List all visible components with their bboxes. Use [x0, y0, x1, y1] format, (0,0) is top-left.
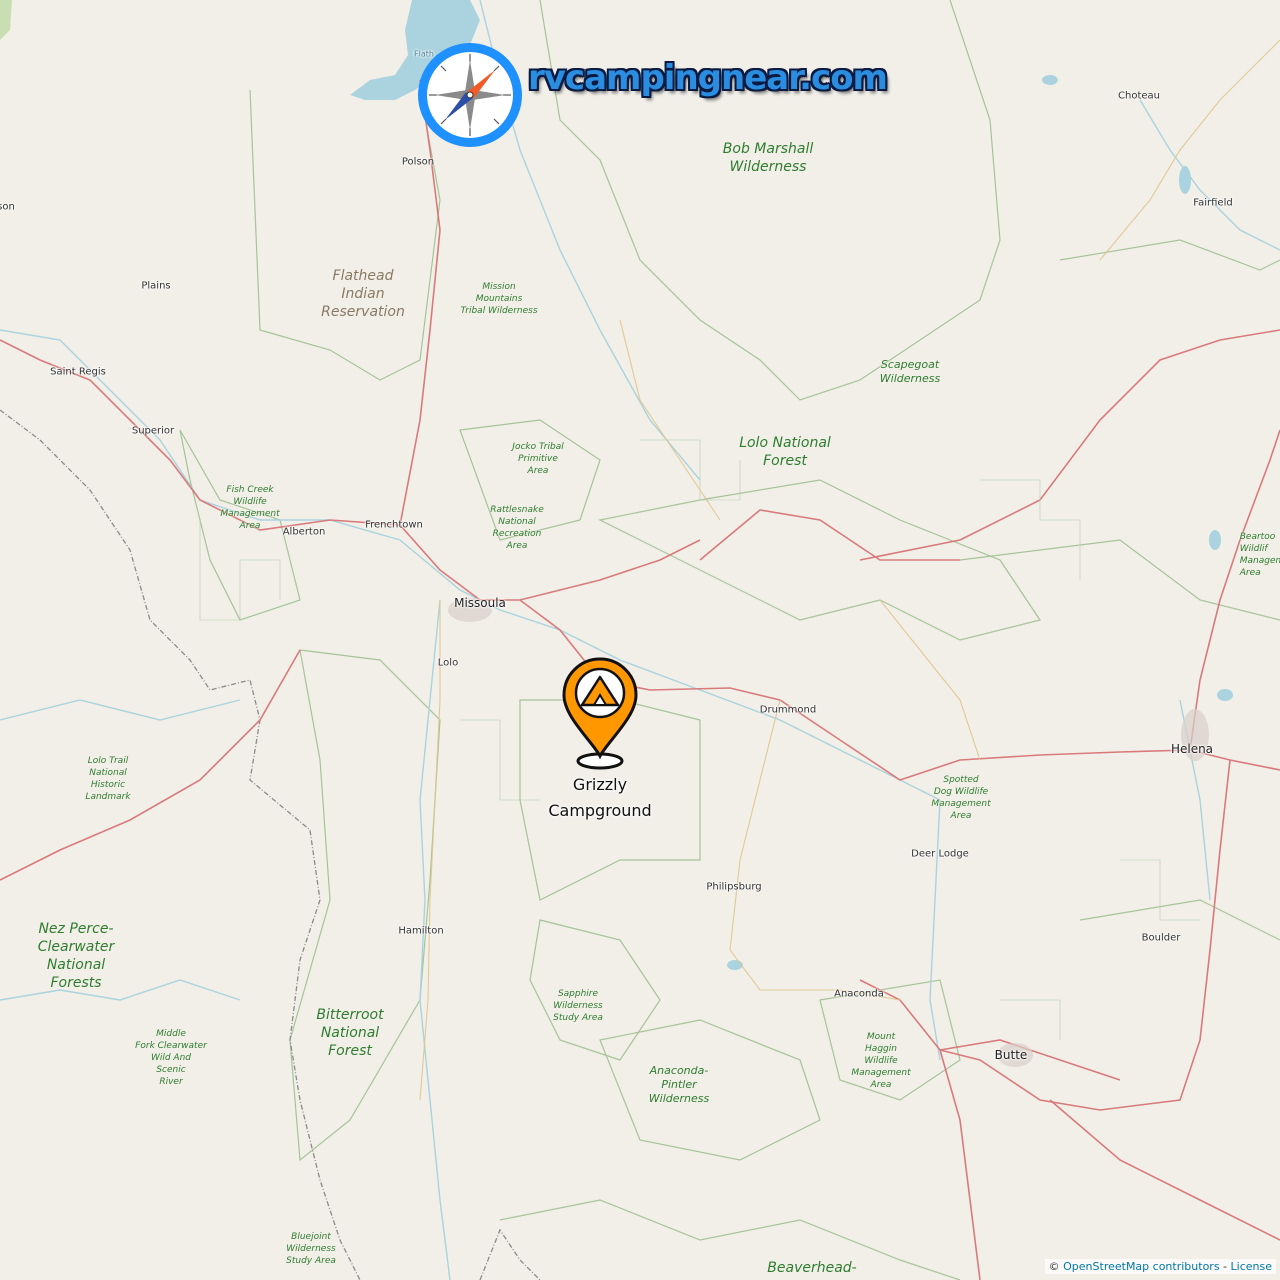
- area-sapphire: Sapphire Wilderness Study Area: [553, 989, 603, 1023]
- place-superior: Superior: [131, 425, 175, 437]
- area-lolo-nf: Lolo National Forest: [739, 435, 831, 469]
- place-deer-lodge: Deer Lodge: [911, 848, 969, 860]
- map-attribution: © OpenStreetMap contributors - License: [1044, 1259, 1276, 1274]
- area-middle-fork: Middle Fork Clearwater Wild And Scenic R…: [135, 1029, 207, 1087]
- place-anaconda: Anaconda: [834, 988, 884, 1000]
- place-philipsburg: Philipsburg: [706, 881, 762, 893]
- campground-name-line2: Campground: [548, 801, 652, 820]
- place-saint-regis: Saint Regis: [50, 366, 106, 378]
- brand-logo-text[interactable]: rvcampingnear.com: [528, 58, 888, 98]
- area-mission-mountains: Mission Mountains Tribal Wilderness: [460, 282, 538, 316]
- place-lolo: Lolo: [437, 657, 459, 669]
- license-link[interactable]: License: [1231, 1260, 1272, 1273]
- place-plains: Plains: [141, 280, 171, 292]
- place-helena: Helena: [1170, 742, 1214, 756]
- area-lolo-trail: Lolo Trail National Historic Landmark: [85, 756, 131, 802]
- place-boulder: Boulder: [1141, 932, 1181, 944]
- map-canvas[interactable]: [0, 0, 1280, 1280]
- area-flathead-reservation: Flathead Indian Reservation: [321, 268, 405, 320]
- area-bitterroot: Bitterroot National Forest: [316, 1007, 384, 1059]
- place-fairfield: Fairfield: [1193, 197, 1233, 209]
- place-drummond: Drummond: [759, 704, 817, 716]
- place-frenchtown: Frenchtown: [365, 519, 423, 531]
- place-alberton: Alberton: [282, 526, 326, 538]
- area-scapegoat: Scapegoat Wilderness: [879, 358, 941, 385]
- campground-name-line1: Grizzly: [572, 775, 628, 794]
- osm-link[interactable]: OpenStreetMap contributors: [1063, 1260, 1219, 1273]
- area-jocko: Jocko Tribal Primitive Area: [512, 442, 564, 476]
- area-mount-haggin: Mount Haggin Wildlife Management Area: [851, 1032, 911, 1090]
- area-beaverhead: Beaverhead-: [767, 1260, 857, 1276]
- campground-pin-icon[interactable]: [558, 655, 642, 773]
- place-son: son: [0, 201, 15, 213]
- place-butte: Butte: [994, 1048, 1028, 1062]
- place-hamilton: Hamilton: [398, 925, 444, 937]
- place-choteau: Choteau: [1118, 90, 1160, 102]
- area-beartooth: Beartoo Wildlif Managem Area: [1239, 532, 1280, 578]
- area-fish-creek: Fish Creek Wildlife Management Area: [220, 485, 280, 531]
- area-bluejoint: Bluejoint Wilderness Study Area: [286, 1232, 336, 1266]
- area-rattlesnake: Rattlesnake National Recreation Area: [490, 505, 544, 551]
- area-bob-marshall: Bob Marshall Wilderness: [722, 141, 814, 175]
- compass-icon[interactable]: [415, 40, 525, 150]
- area-anaconda-pintler: Anaconda- Pintler Wilderness: [648, 1064, 710, 1105]
- attribution-separator: -: [1219, 1260, 1231, 1273]
- campground-label[interactable]: Grizzly Campground: [548, 772, 651, 824]
- area-spotted-dog: Spotted Dog Wildlife Management Area: [931, 775, 991, 821]
- place-missoula: Missoula: [454, 596, 506, 610]
- copyright-symbol: ©: [1048, 1260, 1060, 1273]
- place-polson: Polson: [401, 156, 435, 168]
- area-nez-perce: Nez Perce- Clearwater National Forests: [37, 921, 115, 991]
